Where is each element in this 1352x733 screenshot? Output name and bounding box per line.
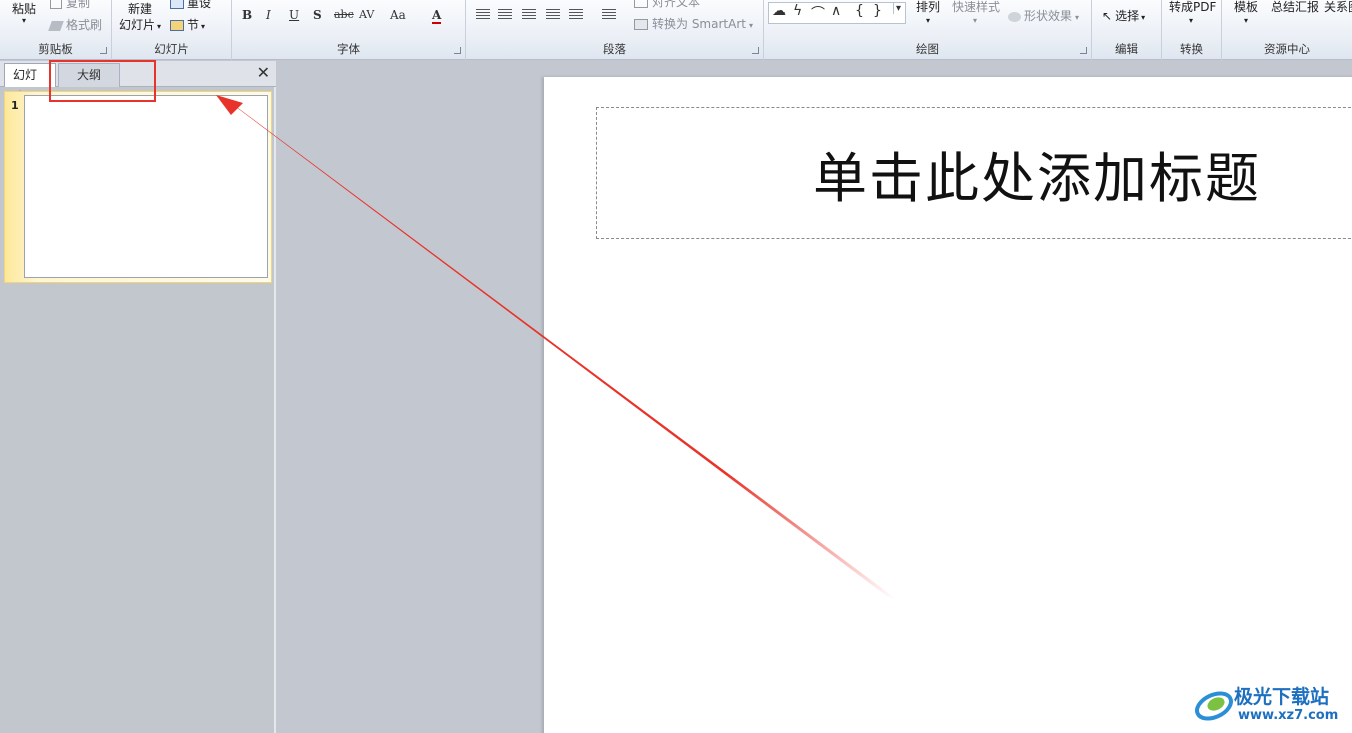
annotation-arrow	[216, 95, 895, 598]
watermark-logo-icon	[1195, 691, 1233, 721]
annotation-arrow-head	[216, 95, 243, 115]
watermark: 极光下载站 www.xz7.com	[1190, 682, 1350, 728]
watermark-url: www.xz7.com	[1238, 708, 1339, 723]
annotation-arrow-shaft	[224, 98, 895, 598]
watermark-title: 极光下载站	[1234, 686, 1330, 708]
